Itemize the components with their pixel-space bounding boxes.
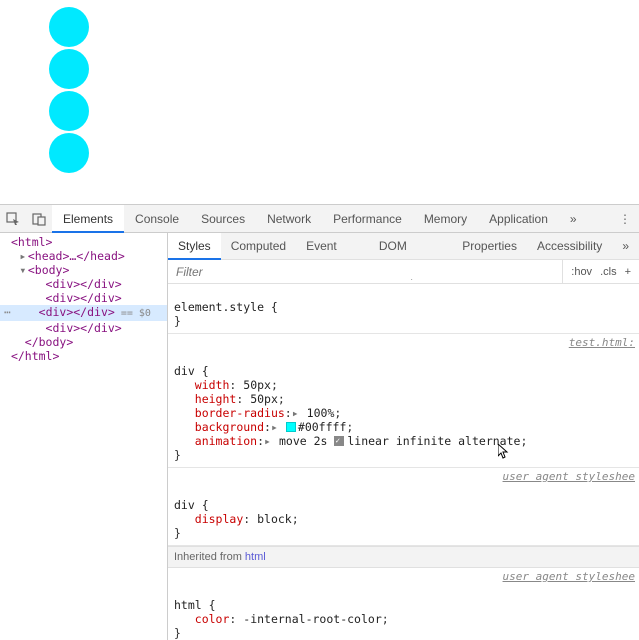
- subtab-dom-breakpoints[interactable]: DOM Breakpoints: [369, 233, 452, 260]
- rule-html-ua[interactable]: user agent styleshee html { color: -inte…: [168, 568, 639, 640]
- styles-panel: Styles Computed Event Listeners DOM Brea…: [168, 233, 639, 640]
- subtab-properties[interactable]: Properties: [452, 233, 527, 260]
- page-preview: [0, 0, 639, 204]
- dom-tree-panel[interactable]: <html> ▸<head>…</head> ▾<body> <div></di…: [0, 233, 168, 640]
- tab-memory[interactable]: Memory: [413, 205, 478, 233]
- new-rule-button[interactable]: +: [625, 266, 631, 278]
- inspect-icon[interactable]: [0, 212, 26, 226]
- rule-div-author[interactable]: test.html: div { width: 50px; height: 50…: [168, 334, 639, 468]
- dom-node-div[interactable]: <div></div>: [0, 277, 167, 291]
- main-tab-strip: Elements Console Sources Network Perform…: [0, 205, 639, 233]
- styles-filter-input[interactable]: [168, 265, 562, 279]
- subtab-event-listeners[interactable]: Event Listeners: [296, 233, 369, 260]
- tab-performance[interactable]: Performance: [322, 205, 413, 233]
- preview-circle: [49, 7, 89, 47]
- tab-sources[interactable]: Sources: [190, 205, 256, 233]
- device-toggle-icon[interactable]: [26, 212, 52, 226]
- cls-toggle[interactable]: .cls: [600, 266, 617, 278]
- style-rules: element.style { } test.html: div { width…: [168, 284, 639, 640]
- devtools: Elements Console Sources Network Perform…: [0, 204, 639, 640]
- rule-div-ua[interactable]: user agent styleshee div { display: bloc…: [168, 468, 639, 546]
- preview-circle: [49, 91, 89, 131]
- dom-node-html-open[interactable]: <html>: [0, 235, 167, 249]
- subtab-computed[interactable]: Computed: [221, 233, 296, 260]
- dom-node-div[interactable]: <div></div>: [0, 291, 167, 305]
- tab-console[interactable]: Console: [124, 205, 190, 233]
- styles-filter-row: :hov .cls +: [168, 260, 639, 284]
- source-link[interactable]: test.html:: [569, 336, 635, 350]
- preview-circle: [49, 133, 89, 173]
- dom-node-div[interactable]: <div></div>: [0, 321, 167, 335]
- tab-more[interactable]: »: [559, 205, 588, 233]
- subtab-accessibility[interactable]: Accessibility: [527, 233, 612, 260]
- dom-node-head[interactable]: ▸<head>…</head>: [0, 249, 167, 263]
- subtab-more[interactable]: »: [612, 233, 639, 260]
- origin-label: user agent styleshee: [503, 470, 635, 484]
- origin-label: user agent styleshee: [503, 570, 635, 584]
- preview-circle: [49, 49, 89, 89]
- devtools-menu-icon[interactable]: ⋮: [619, 212, 631, 226]
- color-swatch[interactable]: [286, 422, 296, 432]
- inherited-from-header: Inherited from html: [168, 546, 639, 568]
- dom-node-html-close[interactable]: </html>: [0, 349, 167, 363]
- subtab-styles[interactable]: Styles: [168, 233, 221, 260]
- styles-sub-tabs: Styles Computed Event Listeners DOM Brea…: [168, 233, 639, 260]
- tab-network[interactable]: Network: [256, 205, 322, 233]
- bezier-icon[interactable]: [334, 436, 344, 446]
- rule-element-style[interactable]: element.style { }: [168, 284, 639, 334]
- dom-node-div-selected[interactable]: ⋯ <div></div> == $0: [0, 305, 167, 321]
- tab-application[interactable]: Application: [478, 205, 559, 233]
- dom-node-body-close[interactable]: </body>: [0, 335, 167, 349]
- hov-toggle[interactable]: :hov: [571, 266, 592, 278]
- dom-node-body-open[interactable]: ▾<body>: [0, 263, 167, 277]
- tab-elements[interactable]: Elements: [52, 205, 124, 233]
